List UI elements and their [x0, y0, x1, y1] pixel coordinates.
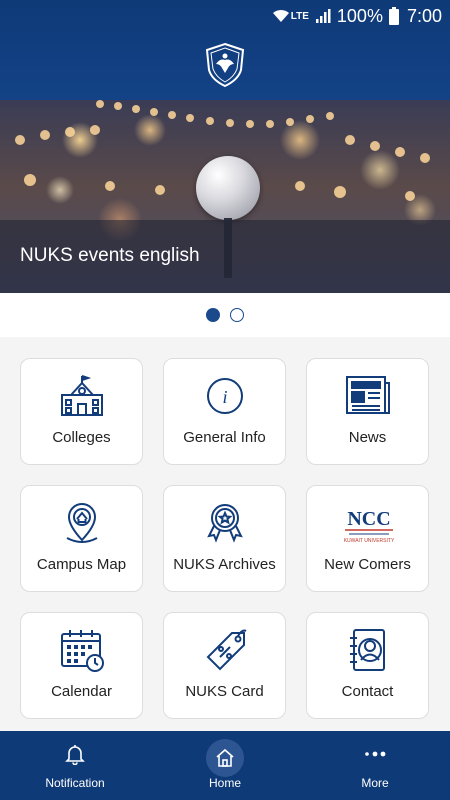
bottom-navigation: Notification Home More: [0, 731, 450, 800]
nav-home[interactable]: Home: [150, 731, 300, 800]
school-building-icon: [59, 373, 105, 419]
app-header: LTE 100% 7:00: [0, 0, 450, 100]
banner-caption: NUKS events english: [20, 245, 200, 266]
microphone-image: [196, 156, 260, 278]
tile-label: NUKS Card: [185, 683, 264, 700]
tile-label: Campus Map: [36, 556, 127, 573]
wifi-icon: [271, 8, 291, 24]
info-icon: i: [202, 373, 248, 419]
tile-new-comers[interactable]: NCC KUWAIT UNIVERSITY New Comers: [306, 485, 429, 592]
clock: 7:00: [406, 5, 442, 26]
signal-icon: [315, 8, 331, 24]
ncc-logo-subtext: KUWAIT UNIVERSITY: [344, 538, 395, 544]
more-dots-icon: [364, 743, 386, 765]
tile-label: Contact: [341, 683, 394, 700]
tile-label: NUKS Archives: [173, 556, 276, 573]
ncc-logo-text: NCC: [347, 508, 390, 530]
ncc-logo-icon: NCC KUWAIT UNIVERSITY: [341, 500, 397, 546]
battery-percentage: 100%: [336, 5, 383, 26]
tile-news[interactable]: News: [306, 358, 429, 465]
nav-label: Notification: [45, 776, 105, 790]
award-ribbon-icon: [202, 500, 248, 546]
tile-colleges[interactable]: Colleges: [20, 358, 143, 465]
menu-grid: Colleges i General Info News Campus Map …: [20, 358, 430, 720]
newspaper-icon: [345, 373, 391, 419]
nav-more[interactable]: More: [300, 731, 450, 800]
tile-nuks-card[interactable]: NUKS Card: [163, 612, 286, 719]
tile-label: Colleges: [52, 429, 111, 446]
contact-book-icon: [345, 627, 391, 673]
nav-notification[interactable]: Notification: [0, 731, 150, 800]
tile-nuks-archives[interactable]: NUKS Archives: [163, 485, 286, 592]
tile-contact[interactable]: Contact: [306, 612, 429, 719]
calendar-icon: [59, 627, 105, 673]
home-icon: [214, 747, 236, 769]
battery-icon: [388, 7, 399, 25]
discount-tag-icon: [202, 627, 248, 673]
map-pin-icon: [59, 500, 105, 546]
tile-general-info[interactable]: i General Info: [163, 358, 286, 465]
tile-campus-map[interactable]: Campus Map: [20, 485, 143, 592]
carousel-indicator: [0, 293, 450, 337]
events-banner[interactable]: NUKS events english: [0, 100, 450, 293]
nav-label: Home: [208, 776, 241, 790]
tile-label: Calendar: [51, 683, 112, 700]
carousel-dot-1[interactable]: [206, 308, 220, 322]
bell-icon: [64, 743, 86, 766]
carousel-dot-2[interactable]: [230, 308, 244, 322]
svg-text:i: i: [222, 387, 227, 407]
status-bar: LTE 100% 7:00: [0, 0, 450, 32]
nuks-logo-icon: [204, 42, 246, 88]
network-type: LTE: [290, 10, 309, 22]
tile-label: New Comers: [324, 556, 411, 573]
nav-label: More: [361, 776, 389, 790]
tile-label: News: [348, 429, 387, 446]
tile-label: General Info: [183, 429, 266, 446]
tile-calendar[interactable]: Calendar: [20, 612, 143, 719]
